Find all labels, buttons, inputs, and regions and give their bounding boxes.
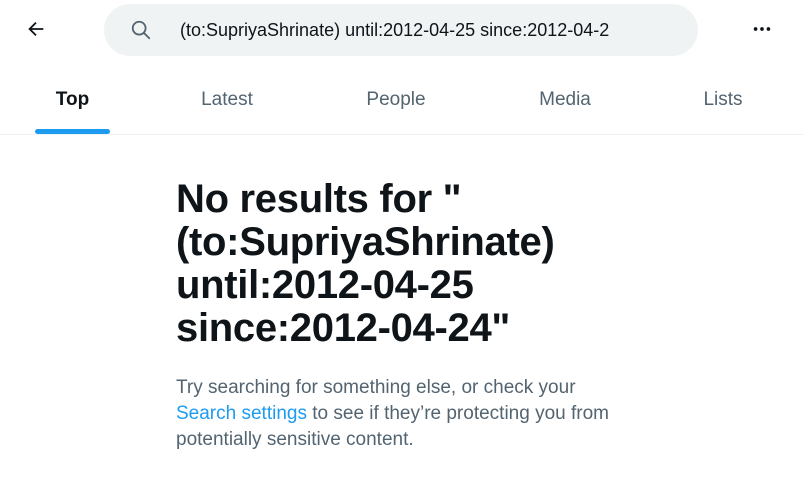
empty-title-line: since:2012-04-24" [176,306,511,350]
search-tabs: Top Latest People Media Lists [0,66,804,135]
tab-top[interactable]: Top [0,66,145,134]
empty-title-line: No results for " [176,177,462,221]
tab-latest[interactable]: Latest [145,66,309,134]
search-settings-link[interactable]: Search settings [176,403,307,424]
back-button[interactable] [18,11,54,47]
tab-people[interactable]: People [309,66,483,134]
empty-title-line: until:2012-04-25 [176,263,474,307]
search-input[interactable] [180,19,698,41]
empty-state-title: No results for " (to:SupriyaShrinate) un… [176,178,616,350]
empty-title-line: (to:SupriyaShrinate) [176,220,555,264]
arrow-left-icon [28,21,44,37]
more-horizontal-icon [753,27,771,31]
tab-media[interactable]: Media [483,66,647,134]
tab-lists[interactable]: Lists [647,66,799,134]
empty-desc-text: Try searching for something else, or che… [176,377,576,398]
search-results-page: Top Latest People Media Lists No results… [0,0,804,490]
empty-state: No results for " (to:SupriyaShrinate) un… [176,178,616,453]
empty-state-description: Try searching for something else, or che… [176,375,616,453]
active-tab-indicator [35,129,110,134]
search-header [0,0,804,62]
more-options-button[interactable] [745,12,779,46]
search-icon [130,19,152,41]
search-box[interactable] [104,4,698,56]
